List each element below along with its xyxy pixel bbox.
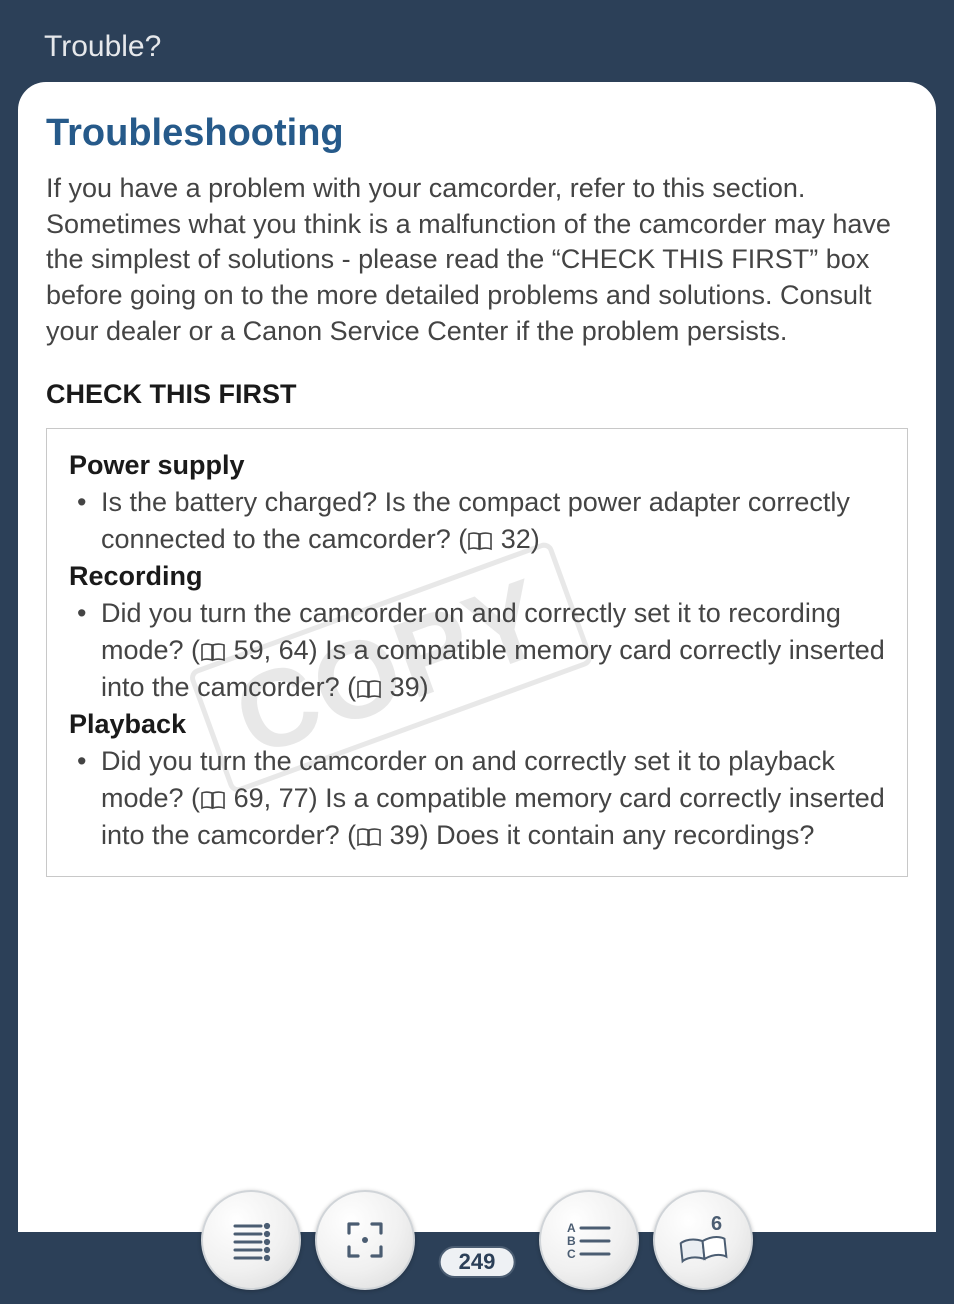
bullet-playback: • Did you turn the camcorder on and corr…	[69, 743, 885, 855]
svg-text:C: C	[567, 1247, 576, 1261]
bullet-recording: • Did you turn the camcorder on and corr…	[69, 595, 885, 707]
intro-paragraph: If you have a problem with your camcorde…	[46, 171, 908, 349]
abc-list-icon: A B C	[563, 1218, 615, 1262]
bullet-text: Did you turn the camcorder on and correc…	[101, 595, 885, 707]
list-icon	[227, 1216, 275, 1264]
bullet-marker: •	[77, 595, 101, 707]
page-number: 249	[459, 1249, 496, 1274]
page-number-badge: 249	[439, 1246, 516, 1278]
header-tab: Trouble?	[0, 0, 954, 82]
fullscreen-button[interactable]	[315, 1190, 415, 1290]
page-ref-icon	[356, 679, 382, 699]
page-ref-icon	[200, 642, 226, 662]
check-this-first-box: Power supply • Is the battery charged? I…	[46, 428, 908, 877]
chapter-button[interactable]: 6	[653, 1190, 753, 1290]
bullet-text: Did you turn the camcorder on and correc…	[101, 743, 885, 855]
bullet-text: Is the battery charged? Is the compact p…	[101, 484, 885, 559]
section-heading-recording: Recording	[69, 558, 885, 594]
index-button[interactable]: A B C	[539, 1190, 639, 1290]
bullet-marker: •	[77, 484, 101, 559]
svg-text:B: B	[567, 1234, 576, 1248]
header-tab-title: Trouble?	[44, 30, 161, 63]
check-this-first-heading: CHECK THIS FIRST	[46, 379, 908, 410]
section-heading-playback: Playback	[69, 706, 885, 742]
bullet-marker: •	[77, 743, 101, 855]
page-ref-icon	[467, 531, 493, 551]
chapter-number: 6	[711, 1213, 722, 1235]
expand-icon	[341, 1216, 389, 1264]
page-ref-icon	[200, 790, 226, 810]
page-title: Troubleshooting	[46, 112, 908, 155]
open-book-icon: 6	[673, 1210, 733, 1270]
section-heading-power: Power supply	[69, 447, 885, 483]
page-ref-icon	[356, 827, 382, 847]
svg-text:A: A	[567, 1221, 576, 1235]
toolbar-spacer	[429, 1235, 525, 1245]
toc-button[interactable]	[201, 1190, 301, 1290]
page-card: COPY Troubleshooting If you have a probl…	[18, 82, 936, 1232]
page-content: Troubleshooting If you have a problem wi…	[46, 112, 908, 877]
bullet-power: • Is the battery charged? Is the compact…	[69, 484, 885, 559]
